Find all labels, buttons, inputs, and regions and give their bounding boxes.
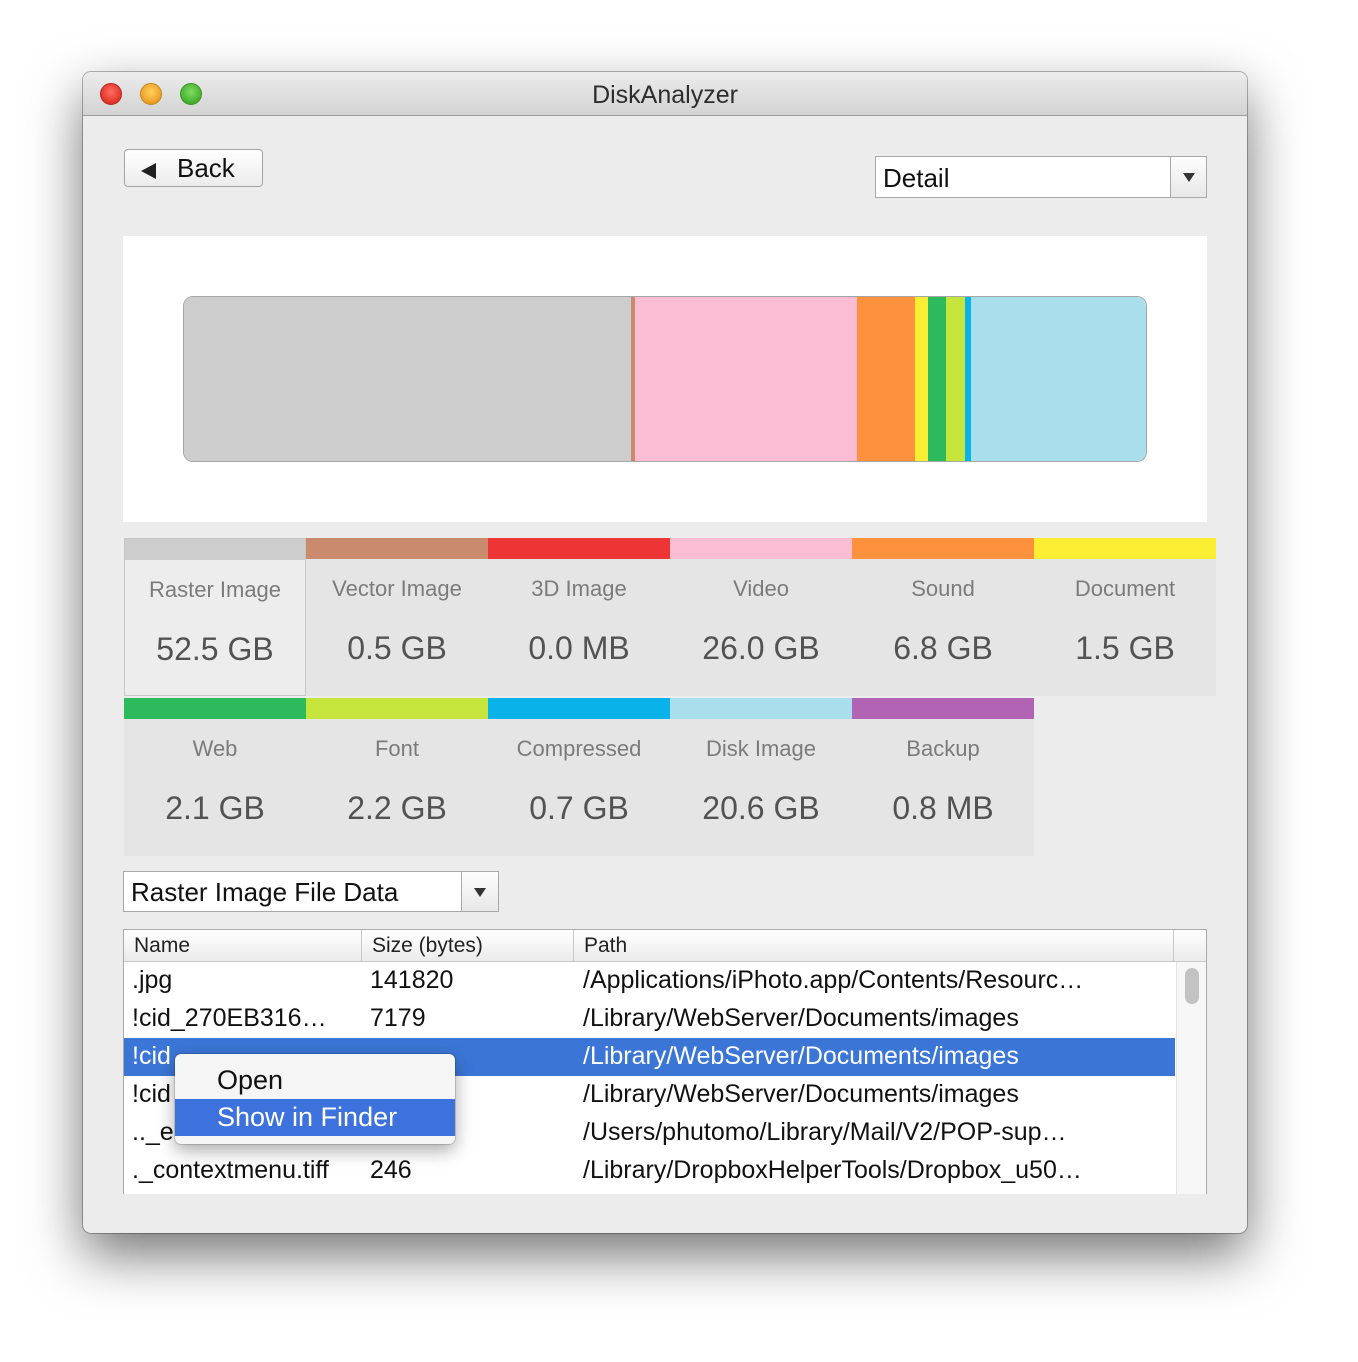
category-video[interactable]: Video 26.0 GB <box>670 538 852 696</box>
back-button[interactable]: Back <box>124 149 263 187</box>
category-name: Backup <box>906 736 980 761</box>
category-vector-image[interactable]: Vector Image 0.5 GB <box>306 538 488 696</box>
title-bar[interactable]: DiskAnalyzer <box>83 72 1247 116</box>
category-sound[interactable]: Sound 6.8 GB <box>852 538 1034 696</box>
cell-path: /Library/WebServer/Documents/images <box>583 1080 1019 1108</box>
category-backup[interactable]: Backup 0.8 MB <box>852 698 1034 856</box>
usage-chart-panel <box>123 236 1207 522</box>
category-size: 20.6 GB <box>702 790 820 826</box>
category-size: 6.8 GB <box>893 630 993 666</box>
table-row[interactable]: .jpg 141820/Applications/iPhoto.app/Conte… <box>124 962 1175 1000</box>
vertical-scrollbar[interactable] <box>1176 962 1206 1194</box>
category-size: 26.0 GB <box>702 630 820 666</box>
scrollbar-thumb[interactable] <box>1185 968 1199 1004</box>
app-window: DiskAnalyzer Back Detail Raster Image 52.… <box>83 72 1247 1233</box>
category-color-swatch <box>125 539 305 560</box>
file-type-value: Raster Image File Data <box>131 877 399 907</box>
usage-segment-web[interactable] <box>928 297 946 461</box>
context-menu: Open Show in Finder <box>175 1054 455 1144</box>
category-name: Video <box>733 576 789 601</box>
category-name: Vector Image <box>332 576 462 601</box>
usage-segment-disk-image[interactable] <box>971 297 1146 461</box>
category-document[interactable]: Document 1.5 GB <box>1034 538 1216 696</box>
category-size: 0.7 GB <box>529 790 629 826</box>
usage-segment-video[interactable] <box>635 297 857 461</box>
view-mode-dropdown[interactable]: Detail <box>875 156 1207 198</box>
category-compressed[interactable]: Compressed 0.7 GB <box>488 698 670 856</box>
category-3d-image[interactable]: 3D Image 0.0 MB <box>488 538 670 696</box>
usage-segment-document[interactable] <box>915 297 928 461</box>
category-color-swatch <box>306 698 488 719</box>
category-size: 52.5 GB <box>156 631 274 667</box>
back-button-label: Back <box>177 153 235 183</box>
cell-size: 246 <box>370 1156 412 1184</box>
category-disk-image[interactable]: Disk Image 20.6 GB <box>670 698 852 856</box>
column-header-size[interactable]: Size (bytes) <box>362 930 574 961</box>
category-color-swatch <box>1034 538 1216 559</box>
category-name: Raster Image <box>148 577 282 602</box>
view-mode-dropdown-button[interactable] <box>1170 157 1206 197</box>
usage-segment-sound[interactable] <box>857 297 915 461</box>
table-row[interactable]: ._contextmenu.tiff 246/Library/DropboxHel… <box>124 1152 1175 1190</box>
category-color-swatch <box>670 538 852 559</box>
chevron-down-icon <box>1182 173 1195 182</box>
cell-size: 141820 <box>370 966 454 994</box>
cell-path: /Library/WebServer/Documents/images <box>583 1042 1019 1070</box>
cell-name: .jpg <box>132 966 173 994</box>
cell-path: /Library/DropboxHelperTools/Dropbox_u50… <box>583 1156 1082 1184</box>
context-menu-open[interactable]: Open <box>175 1062 455 1099</box>
back-arrow-icon <box>141 163 156 179</box>
cell-name: !cid_270EB316… <box>132 1004 327 1032</box>
usage-segment-raster-image[interactable] <box>184 297 631 461</box>
category-color-swatch <box>488 538 670 559</box>
category-raster-image[interactable]: Raster Image 52.5 GB <box>124 538 306 696</box>
chevron-down-icon <box>474 887 486 897</box>
category-name: Disk Image <box>705 736 817 761</box>
column-header-name[interactable]: Name <box>124 930 362 961</box>
category-color-swatch <box>488 698 670 719</box>
category-name: Compressed <box>516 736 642 761</box>
cell-path: /Applications/iPhoto.app/Contents/Resour… <box>583 966 1084 994</box>
category-name: Web <box>192 736 238 761</box>
category-font[interactable]: Font 2.2 GB <box>306 698 488 856</box>
table-header: Name Size (bytes) Path <box>124 930 1206 962</box>
file-type-dropdown[interactable]: Raster Image File Data <box>123 871 499 912</box>
category-name: Sound <box>911 576 975 601</box>
view-mode-value: Detail <box>883 163 950 193</box>
category-web[interactable]: Web 2.1 GB <box>124 698 306 856</box>
context-menu-show-in-finder[interactable]: Show in Finder <box>175 1099 455 1136</box>
cell-size: 7179 <box>370 1004 426 1032</box>
category-size: 0.0 MB <box>528 630 630 666</box>
usage-segment-font[interactable] <box>946 297 965 461</box>
window-title: DiskAnalyzer <box>592 81 738 109</box>
usage-bar <box>183 296 1147 462</box>
cell-name: ._contextmenu.tiff <box>132 1156 329 1184</box>
category-color-swatch <box>852 538 1034 559</box>
category-size: 0.5 GB <box>347 630 447 666</box>
cell-path: /Users/phutomo/Library/Mail/V2/POP-sup… <box>583 1118 1067 1146</box>
category-color-swatch <box>124 698 306 719</box>
category-color-swatch <box>306 538 488 559</box>
table-row[interactable]: !cid_270EB316… 7179/Library/WebServer/Doc… <box>124 1000 1175 1038</box>
category-color-swatch <box>852 698 1034 719</box>
file-type-dropdown-button[interactable] <box>461 872 498 911</box>
category-color-swatch <box>670 698 852 719</box>
category-size: 2.1 GB <box>165 790 265 826</box>
category-size: 0.8 MB <box>892 790 994 826</box>
category-size: 2.2 GB <box>347 790 447 826</box>
category-name: 3D Image <box>531 576 627 601</box>
column-header-path[interactable]: Path <box>574 930 1174 961</box>
cell-path: /Library/WebServer/Documents/images <box>583 1004 1019 1032</box>
category-size: 1.5 GB <box>1075 630 1175 666</box>
category-name: Font <box>374 736 420 761</box>
category-name: Document <box>1074 576 1176 601</box>
